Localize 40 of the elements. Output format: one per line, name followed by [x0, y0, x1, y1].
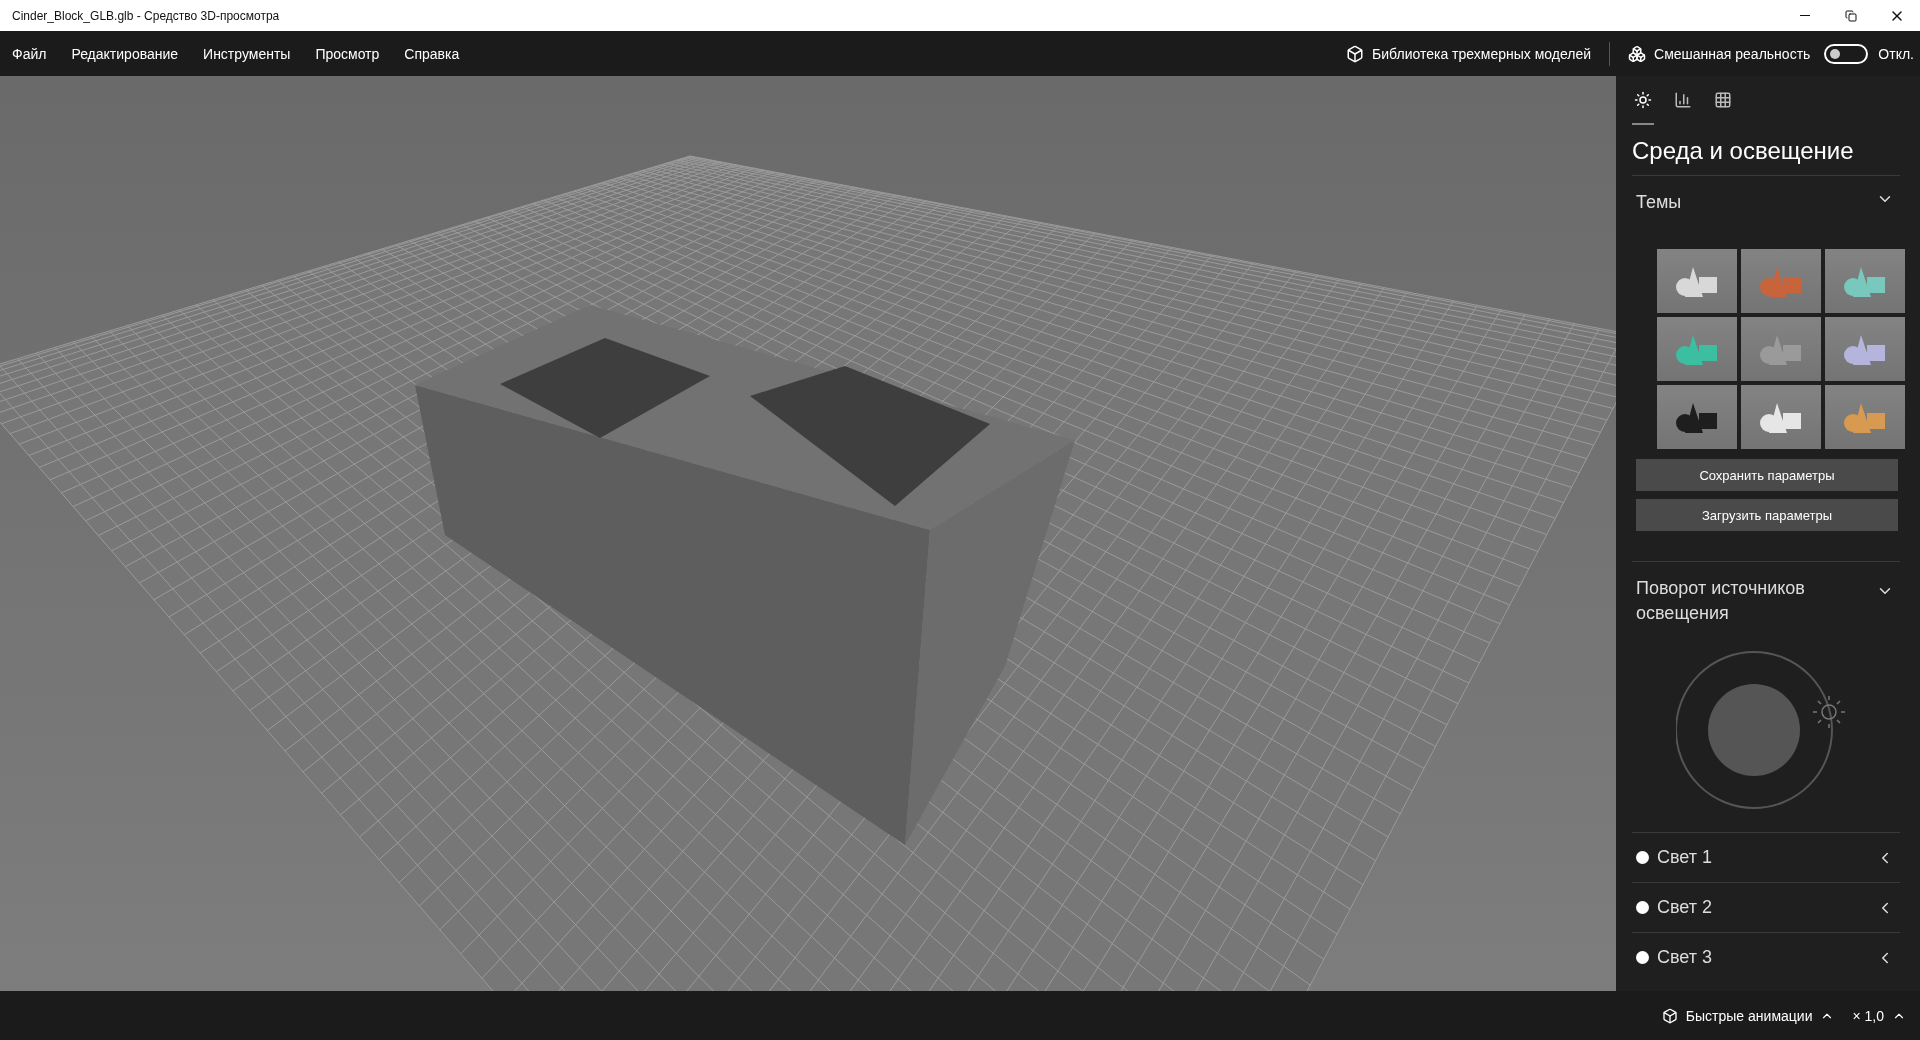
sun-icon [1634, 91, 1652, 109]
rotation-section-header[interactable]: Поворот источников освещения [1632, 562, 1900, 640]
settings-button[interactable]: Сохранить параметры [1636, 459, 1898, 491]
menu-item[interactable]: Справка [404, 45, 460, 62]
light-row[interactable]: Свет 2 [1632, 882, 1900, 932]
theme-thumbnail[interactable] [1657, 249, 1737, 313]
theme-thumbnail[interactable] [1825, 249, 1905, 313]
menu-item[interactable]: Файл [12, 45, 47, 62]
animations-button[interactable]: Быстрые анимации [1655, 1007, 1841, 1024]
theme-thumbnail[interactable] [1825, 385, 1905, 449]
light-row[interactable]: Свет 3 [1632, 932, 1900, 982]
grid-icon [1714, 91, 1732, 109]
library-button[interactable]: Библиотека трехмерных моделей [1336, 44, 1602, 63]
restore-icon [1845, 9, 1857, 22]
minimize-icon [1800, 15, 1810, 16]
settings-button[interactable]: Загрузить параметры [1636, 499, 1898, 531]
boxes-icon [1628, 44, 1647, 63]
light-dot [1636, 951, 1649, 964]
theme-thumbnail[interactable] [1741, 317, 1821, 381]
light-row[interactable]: Свет 1 [1632, 832, 1900, 882]
menu-item[interactable]: Инструменты [203, 45, 291, 62]
speed-button[interactable]: × 1,0 [1846, 1007, 1912, 1024]
light-dot [1636, 901, 1649, 914]
toggle-state: Откл. [1878, 45, 1914, 62]
theme-thumbnail[interactable] [1657, 385, 1737, 449]
toggle-switch[interactable] [1824, 43, 1869, 64]
cube-icon [1661, 1007, 1678, 1024]
theme-thumbnail[interactable] [1741, 385, 1821, 449]
window-title: Cinder_Block_GLB.glb - Средство 3D-просмотра [12, 8, 281, 23]
themes-section-header[interactable]: Темы [1632, 176, 1900, 229]
panel-title: Среда и освещение [1632, 125, 1900, 176]
mixed-reality-button[interactable]: Смешанная реальность [1618, 44, 1821, 63]
cube-icon [1346, 44, 1365, 63]
light-dot [1636, 851, 1649, 864]
menu-item[interactable]: Просмотр [315, 45, 380, 62]
theme-thumbnail[interactable] [1657, 317, 1737, 381]
menu-item[interactable]: Редактирование [71, 45, 179, 62]
theme-thumbnail[interactable] [1825, 317, 1905, 381]
chart-icon [1674, 91, 1692, 109]
theme-thumbnail[interactable] [1741, 249, 1821, 313]
